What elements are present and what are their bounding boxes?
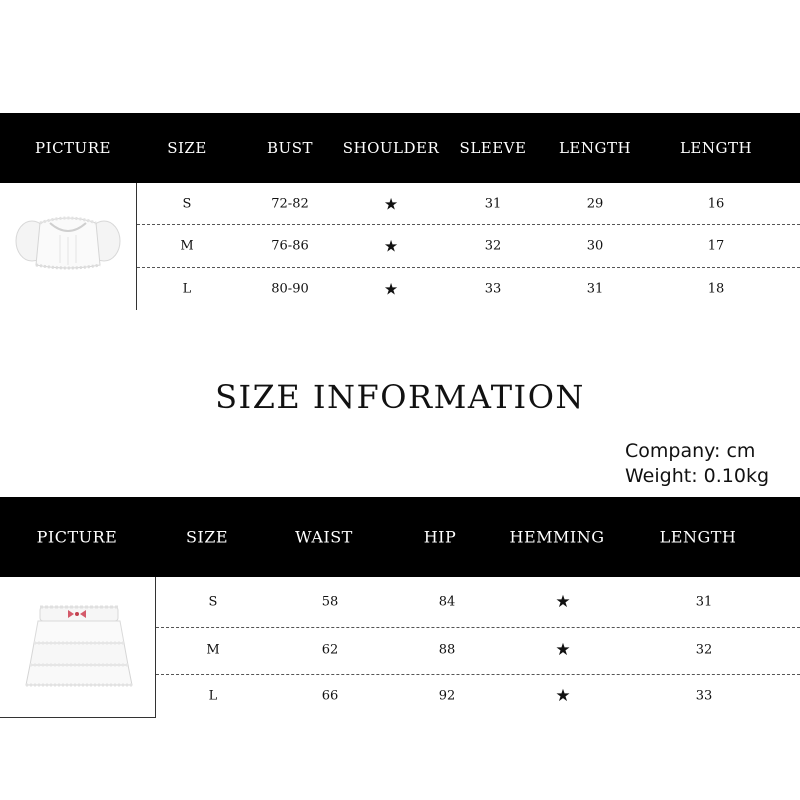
top-row-l-length-1: 31 <box>586 281 604 297</box>
top-header-length-2: LENGTH <box>679 139 753 157</box>
top-row-s-length-1: 29 <box>586 196 604 212</box>
top-row-s-shoulder: ★ <box>383 194 399 214</box>
top-table-header: PICTURE SIZE BUST SHOULDER SLEEVE LENGTH… <box>0 113 800 183</box>
top-row-m-bust: 76-86 <box>271 238 309 254</box>
top-row-s-size: S <box>182 196 192 212</box>
top-row-s-bust: 72-82 <box>271 196 309 212</box>
top-row-m-length-2: 17 <box>707 238 725 254</box>
top-row-s-sleeve: 31 <box>484 196 502 212</box>
company-unit: Company: cm <box>625 440 756 462</box>
top-row-m-shoulder: ★ <box>383 236 399 256</box>
top-header-length-1: LENGTH <box>558 139 632 157</box>
top-row-l-shoulder: ★ <box>383 279 399 299</box>
bottom-header-waist: WAIST <box>295 527 353 547</box>
top-header-size: SIZE <box>167 139 207 157</box>
top-row-m-size: M <box>180 238 194 254</box>
top-table-body: S 72-82 ★ 31 29 16 M 76-86 ★ 32 30 17 L … <box>0 183 800 310</box>
top-row-m-length-1: 30 <box>586 238 604 254</box>
bottom-header-hemming: HEMMING <box>509 527 605 547</box>
bottom-row-l-hip: 92 <box>438 688 456 704</box>
bottom-header-size: SIZE <box>185 527 229 547</box>
bottom-row-s-hip: 84 <box>438 594 456 610</box>
top-row-m: M 76-86 ★ 32 30 17 <box>0 225 800 267</box>
weight-info: Weight: 0.10kg <box>625 465 770 487</box>
bottom-table-bottom-border <box>0 717 156 718</box>
top-row-s-length-2: 16 <box>707 196 725 212</box>
bottom-table-header: PICTURE SIZE WAIST HIP HEMMING LENGTH <box>0 497 800 577</box>
top-header-picture: PICTURE <box>35 139 111 157</box>
bottom-header-length: LENGTH <box>659 527 737 547</box>
top-header-sleeve: SLEEVE <box>459 139 527 157</box>
bottom-row-l: L 66 92 ★ 33 <box>0 675 800 717</box>
bottom-row-s-length: 31 <box>695 594 713 610</box>
bottom-row-l-length: 33 <box>695 688 713 704</box>
bottom-header-hip: HIP <box>423 527 457 547</box>
bottom-table-body: S 58 84 ★ 31 M 62 88 ★ 32 L 66 92 ★ 33 <box>0 577 800 718</box>
bottom-row-m: M 62 88 ★ 32 <box>0 627 800 673</box>
top-header-shoulder: SHOULDER <box>342 139 440 157</box>
bottom-row-l-hemming: ★ <box>555 686 571 706</box>
top-row-l-sleeve: 33 <box>484 281 502 297</box>
bottom-row-l-size: L <box>208 688 218 704</box>
bottom-row-s-waist: 58 <box>321 594 339 610</box>
bottom-row-m-length: 32 <box>695 642 713 658</box>
top-row-l-bust: 80-90 <box>271 281 309 297</box>
top-header-bust: BUST <box>267 139 313 157</box>
top-row-m-sleeve: 32 <box>484 238 502 254</box>
bottom-row-m-hemming: ★ <box>555 640 571 660</box>
bottom-row-s-size: S <box>208 594 218 610</box>
top-row-l-size: L <box>182 281 192 297</box>
bottom-row-m-size: M <box>206 642 220 658</box>
top-row-l: L 80-90 ★ 33 31 18 <box>0 268 800 310</box>
top-row-l-length-2: 18 <box>707 281 725 297</box>
bottom-row-s-hemming: ★ <box>555 592 571 612</box>
bottom-row-m-waist: 62 <box>321 642 339 658</box>
bottom-row-l-waist: 66 <box>321 688 339 704</box>
bottom-header-picture: PICTURE <box>36 527 118 547</box>
bottom-row-m-hip: 88 <box>438 642 456 658</box>
top-row-s: S 72-82 ★ 31 29 16 <box>0 183 800 225</box>
page-title: SIZE INFORMATION <box>215 378 585 416</box>
bottom-row-s: S 58 84 ★ 31 <box>0 577 800 627</box>
